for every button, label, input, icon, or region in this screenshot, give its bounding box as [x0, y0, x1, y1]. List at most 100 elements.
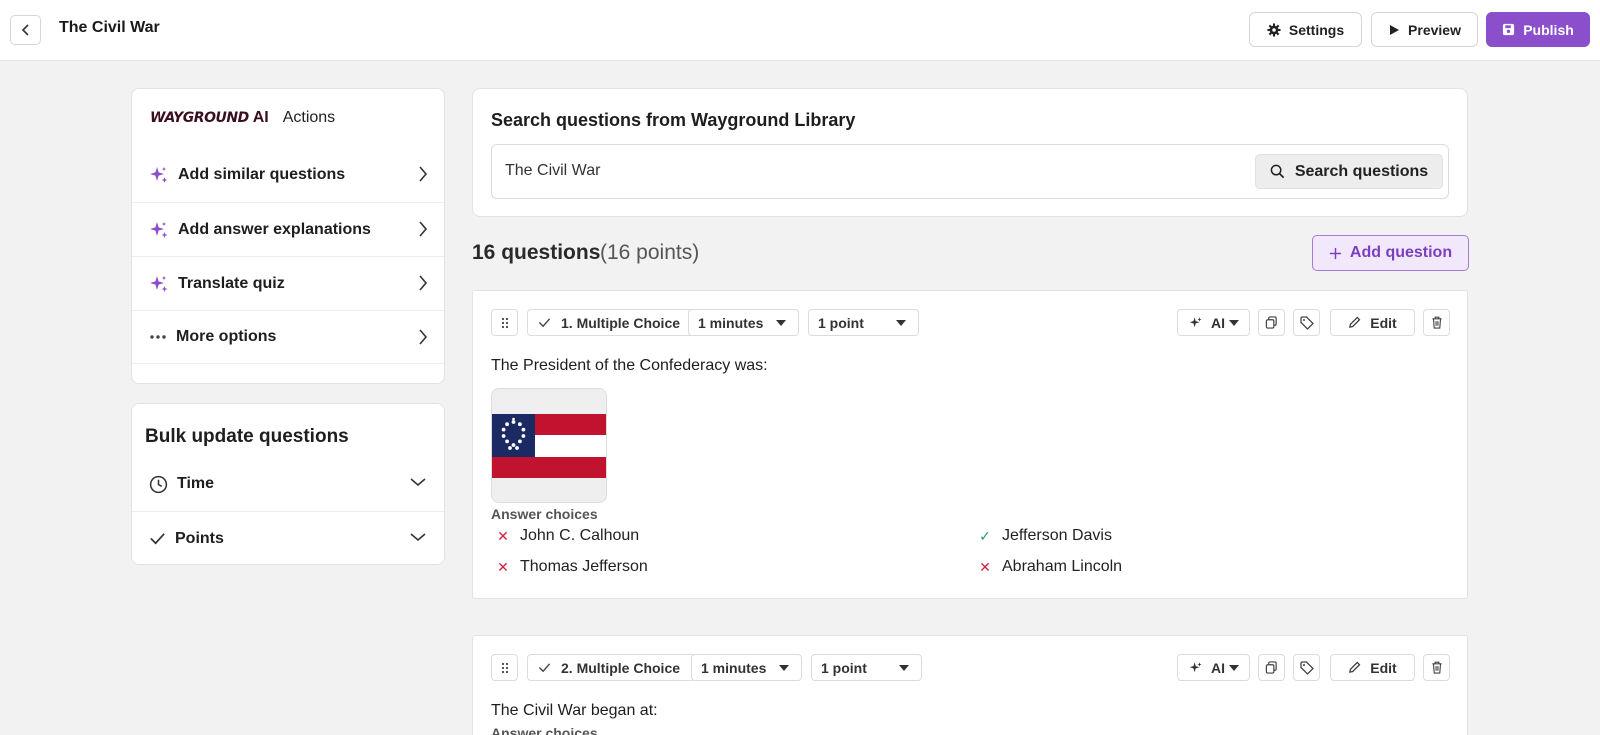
question-text: The Civil War began at:: [491, 702, 658, 719]
bulk-update-panel: Bulk update questions Time Points: [131, 403, 445, 565]
ai-action-label: Add answer explanations: [178, 220, 371, 238]
answer-choice: ✕ Thomas Jefferson: [496, 558, 648, 576]
answer-choices-label: Answer choices: [491, 725, 598, 735]
answer-choice: ✓ Jefferson Davis: [978, 527, 1112, 545]
question-type-selector[interactable]: 2. Multiple Choice: [527, 654, 696, 681]
edit-label: Edit: [1370, 314, 1397, 331]
drag-handle[interactable]: [491, 654, 518, 681]
ai-action-label: More options: [176, 328, 277, 345]
library-search-input[interactable]: [505, 162, 1205, 180]
publish-label: Publish: [1523, 21, 1574, 38]
ai-label: AI: [1211, 659, 1225, 676]
answer-text: Abraham Lincoln: [1002, 558, 1123, 575]
play-icon: [1390, 24, 1400, 35]
duplicate-button[interactable]: [1258, 654, 1285, 681]
answer-text: Jefferson Davis: [1002, 527, 1112, 544]
edit-button[interactable]: Edit: [1330, 309, 1415, 336]
preview-button[interactable]: Preview: [1371, 12, 1478, 47]
correct-check-icon: ✓: [979, 527, 991, 544]
answer-choice: ✕ Abraham Lincoln: [978, 558, 1122, 576]
incorrect-icon: ✕: [979, 558, 991, 575]
points-dropdown[interactable]: 1 point: [808, 309, 919, 336]
answer-text: Thomas Jefferson: [520, 558, 648, 575]
copy-icon: [1265, 316, 1277, 329]
drag-handle-icon: [501, 317, 508, 328]
points-dropdown[interactable]: 1 point: [811, 654, 922, 681]
incorrect-icon: ✕: [497, 558, 509, 575]
ai-action-translate[interactable]: Translate quiz: [132, 256, 444, 310]
tag-icon: [1299, 660, 1314, 675]
duplicate-button[interactable]: [1258, 309, 1285, 336]
clock-icon: [149, 475, 168, 493]
search-questions-button[interactable]: Search questions: [1255, 154, 1443, 189]
library-search-title: Search questions from Wayground Library: [491, 110, 856, 130]
publish-button[interactable]: Publish: [1486, 12, 1590, 47]
tag-button[interactable]: [1293, 654, 1320, 681]
question-image[interactable]: [491, 388, 607, 503]
question-type-selector[interactable]: 1. Multiple Choice: [527, 309, 696, 336]
ai-action-add-explanations[interactable]: Add answer explanations: [132, 202, 444, 256]
preview-label: Preview: [1408, 21, 1461, 38]
trash-icon: [1431, 316, 1442, 329]
actions-heading: Actions: [282, 109, 336, 126]
delete-button[interactable]: [1423, 654, 1450, 681]
ai-actions-panel: WAYGROUND AI Actions Add similar questio…: [131, 88, 445, 384]
caret-down-icon: [1229, 665, 1239, 671]
back-button[interactable]: [10, 15, 41, 45]
ai-dropdown[interactable]: AI: [1177, 654, 1250, 681]
copy-icon: [1265, 661, 1277, 674]
edit-label: Edit: [1370, 659, 1397, 676]
sparkle-icon: [1189, 661, 1202, 672]
time-dropdown[interactable]: 1 minutes: [688, 309, 799, 336]
caret-down-icon: [896, 320, 906, 326]
caret-down-icon: [779, 665, 789, 671]
bulk-time-toggle[interactable]: Time: [132, 457, 444, 511]
time-dropdown[interactable]: 1 minutes: [691, 654, 802, 681]
caret-down-icon: [899, 665, 909, 671]
ai-action-add-similar[interactable]: Add similar questions: [132, 148, 444, 202]
brand-ai-label: AI: [252, 109, 269, 126]
tag-icon: [1299, 315, 1314, 330]
pencil-icon: [1349, 661, 1361, 673]
question-type-label: 2. Multiple Choice: [561, 659, 681, 676]
chevron-right-icon: [419, 166, 428, 182]
wayground-logo: WAYGROUND: [150, 110, 249, 126]
search-questions-label: Search questions: [1294, 162, 1429, 180]
search-icon: [1270, 164, 1285, 179]
top-bar: The Civil War Settings Preview Publish: [0, 0, 1600, 61]
ai-action-label: Translate quiz: [178, 274, 285, 292]
chevron-right-icon: [419, 221, 428, 237]
bulk-points-label: Points: [175, 529, 224, 547]
ai-action-label: Add similar questions: [178, 166, 346, 183]
check-icon: [538, 663, 551, 673]
ai-panel-header: WAYGROUND AI Actions: [150, 109, 335, 127]
edit-button[interactable]: Edit: [1330, 654, 1415, 681]
question-card: 1. Multiple Choice 1 minutes 1 point AI …: [472, 290, 1468, 599]
save-icon: [1503, 23, 1515, 36]
library-search-panel: Search questions from Wayground Library …: [472, 88, 1468, 217]
settings-button[interactable]: Settings: [1249, 12, 1362, 47]
trash-icon: [1431, 661, 1442, 674]
total-points: (16 points): [600, 241, 700, 264]
chevron-down-icon: [410, 533, 426, 542]
confederate-flag-image: [492, 389, 606, 502]
ai-dropdown[interactable]: AI: [1177, 309, 1250, 336]
caret-down-icon: [776, 320, 786, 326]
answer-text: John C. Calhoun: [520, 527, 640, 544]
drag-handle[interactable]: [491, 309, 518, 336]
tag-button[interactable]: [1293, 309, 1320, 336]
add-question-button[interactable]: Add question: [1312, 235, 1469, 271]
delete-button[interactable]: [1423, 309, 1450, 336]
question-count: 16 questions: [472, 241, 601, 264]
sparkle-icon: [150, 221, 168, 238]
ai-label: AI: [1211, 314, 1225, 331]
bulk-points-toggle[interactable]: Points: [132, 511, 444, 565]
quiz-title: The Civil War: [59, 19, 160, 36]
add-question-label: Add question: [1349, 244, 1453, 261]
chevron-down-icon: [410, 478, 426, 487]
drag-handle-icon: [501, 662, 508, 673]
question-type-label: 1. Multiple Choice: [561, 314, 681, 331]
bulk-time-label: Time: [177, 475, 215, 492]
plus-icon: [1329, 247, 1341, 259]
ai-action-more-options[interactable]: More options: [132, 310, 444, 364]
